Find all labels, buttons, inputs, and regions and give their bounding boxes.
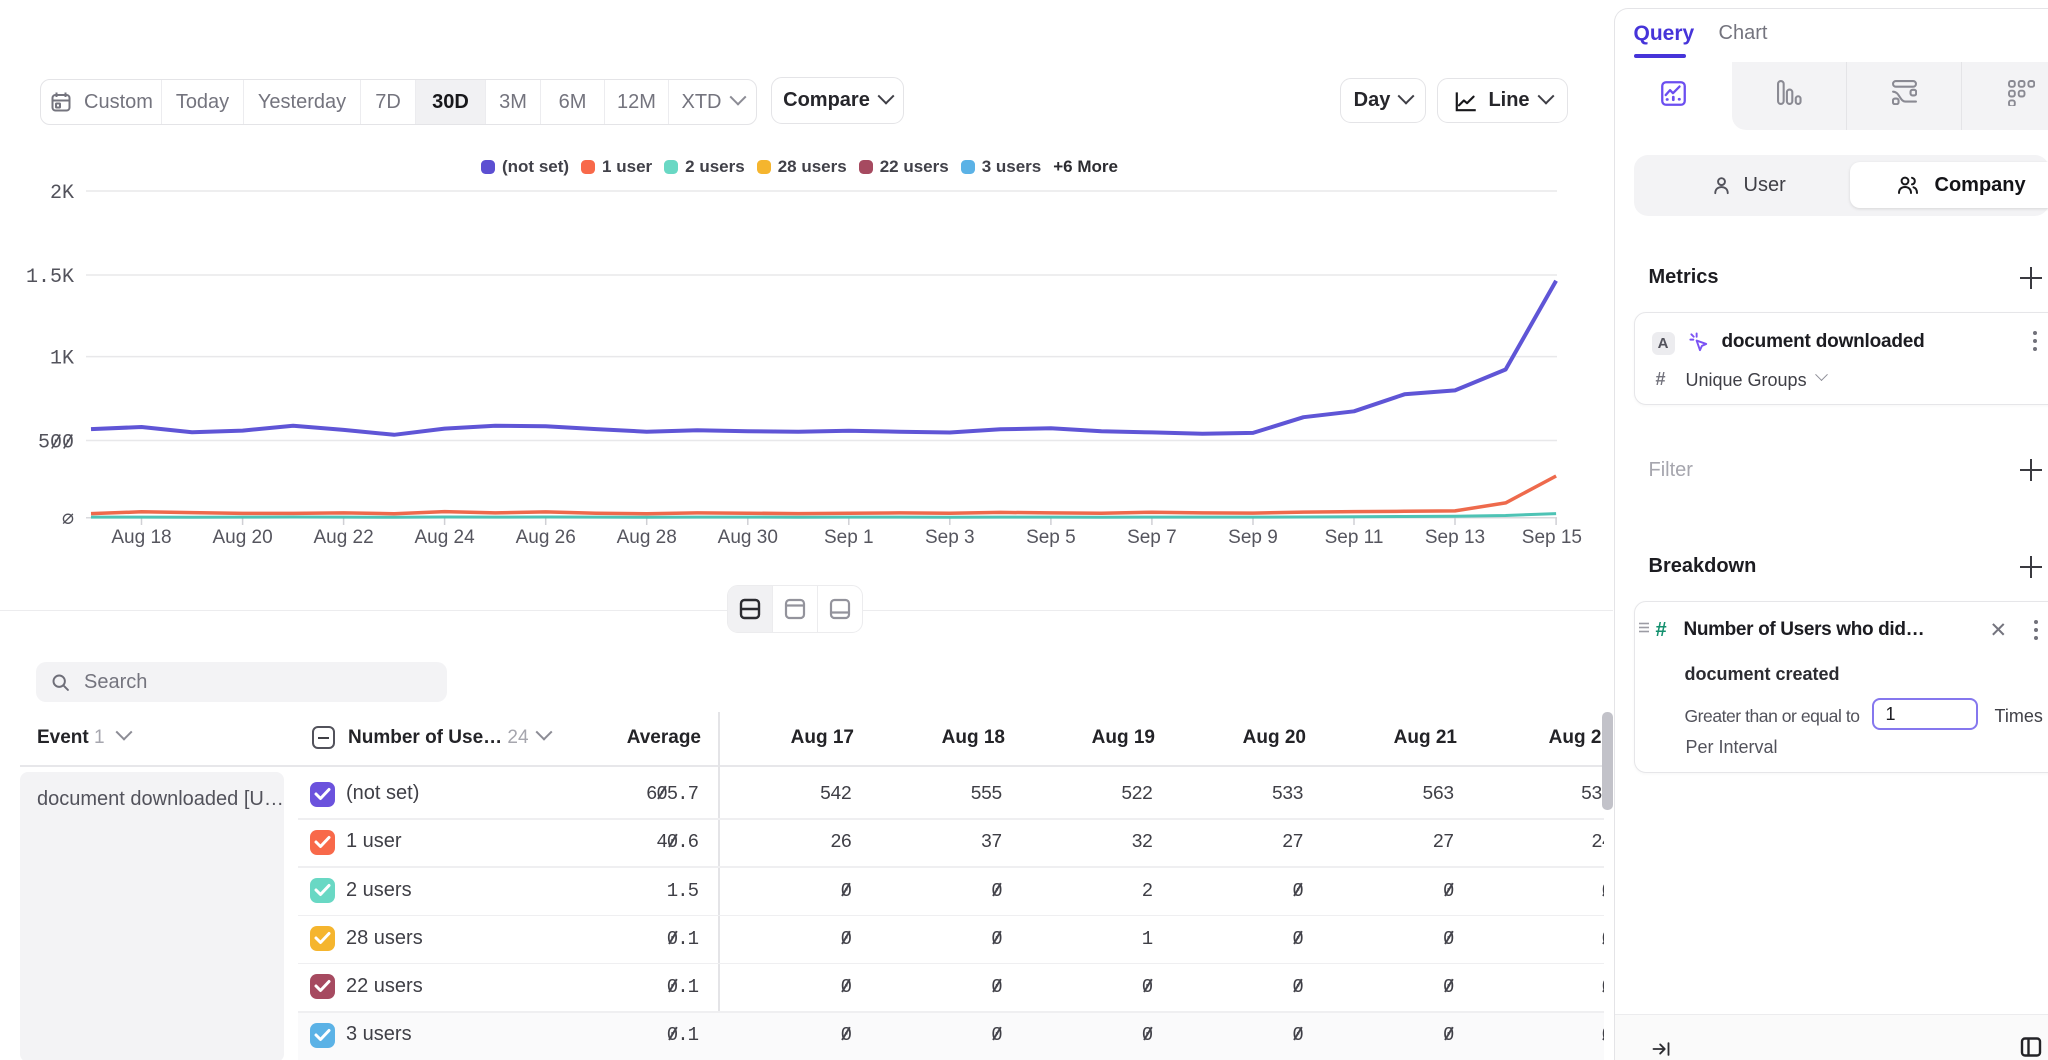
svg-text:Sep 5: Sep 5 (1026, 527, 1076, 548)
svg-text:Aug 26: Aug 26 (516, 527, 576, 548)
svg-text:Sep 1: Sep 1 (824, 527, 874, 548)
svg-text:Aug 28: Aug 28 (617, 527, 677, 548)
svg-text:Sep 9: Sep 9 (1228, 527, 1278, 548)
svg-text:Sep 3: Sep 3 (925, 527, 975, 548)
svg-text:Sep 7: Sep 7 (1127, 527, 1177, 548)
svg-text:Aug 22: Aug 22 (313, 527, 373, 548)
svg-text:1K: 1K (50, 348, 74, 371)
svg-text:2K: 2K (50, 182, 74, 205)
svg-text:Aug 24: Aug 24 (414, 527, 475, 548)
svg-text:Aug 30: Aug 30 (718, 527, 778, 548)
svg-text:Aug 20: Aug 20 (212, 527, 272, 548)
svg-text:Sep 13: Sep 13 (1425, 527, 1485, 548)
svg-text:Sep 11: Sep 11 (1325, 527, 1384, 548)
svg-text:1.5K: 1.5K (26, 266, 74, 289)
svg-text:∅: ∅ (62, 509, 74, 532)
svg-text:Sep 15: Sep 15 (1522, 527, 1582, 548)
svg-text:Aug 18: Aug 18 (111, 527, 171, 548)
